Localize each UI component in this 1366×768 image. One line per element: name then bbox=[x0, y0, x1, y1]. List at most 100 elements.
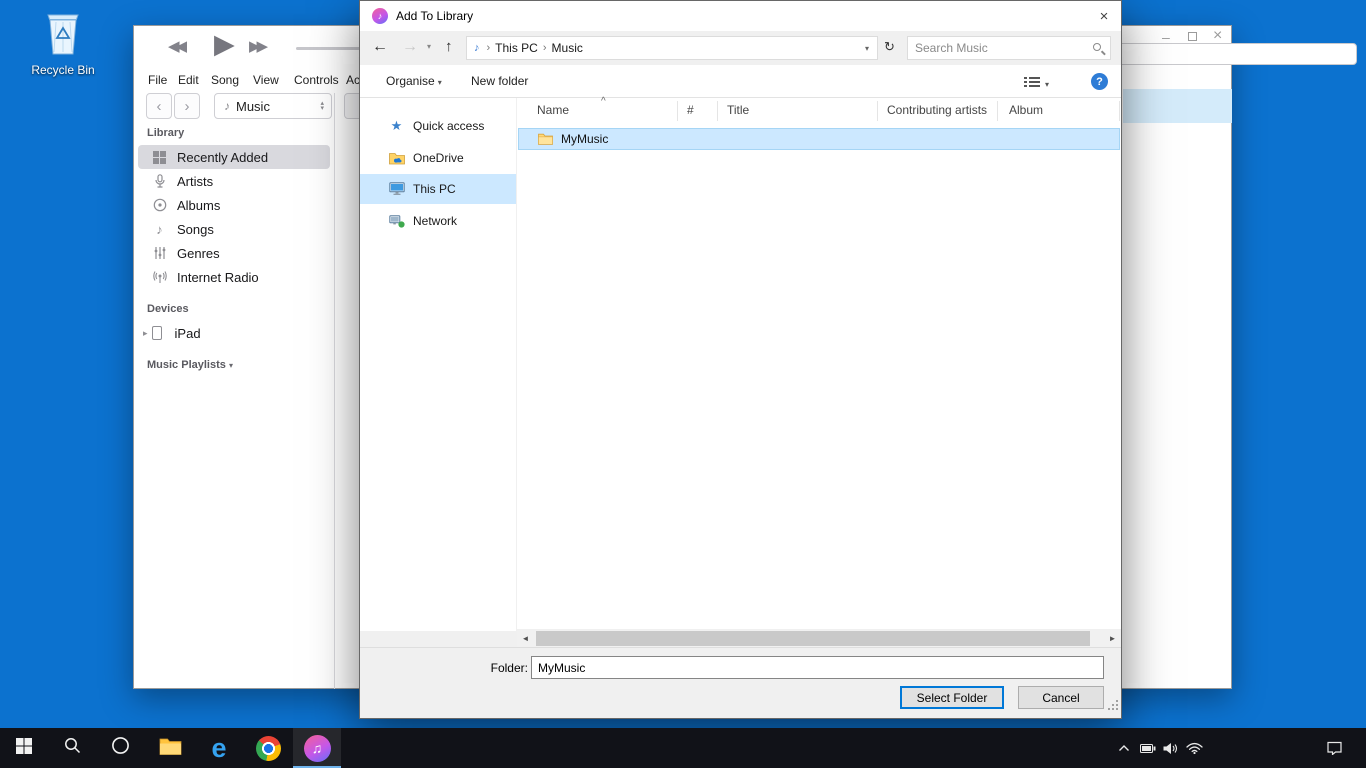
nav-quick-access[interactable]: ★ Quick access bbox=[360, 111, 516, 141]
itunes-search-field[interactable] bbox=[1092, 43, 1357, 65]
start-button[interactable] bbox=[0, 728, 48, 768]
column-contributing-artists[interactable]: Contributing artists bbox=[887, 103, 987, 117]
minimize-icon[interactable]: – bbox=[1162, 30, 1170, 44]
select-folder-button[interactable]: Select Folder bbox=[900, 686, 1004, 709]
file-name: MyMusic bbox=[561, 132, 608, 146]
chevron-down-icon: ▾ bbox=[438, 78, 442, 87]
dialog-close-button[interactable]: × bbox=[1087, 1, 1121, 31]
cortana-button[interactable] bbox=[96, 728, 144, 768]
column-name[interactable]: Name bbox=[537, 103, 569, 117]
sidebar-item-songs[interactable]: ♪ Songs bbox=[138, 217, 330, 241]
resize-grip[interactable] bbox=[1108, 698, 1119, 716]
column-album[interactable]: Album bbox=[1009, 103, 1043, 117]
nav-network[interactable]: Network bbox=[360, 206, 516, 236]
microphone-icon bbox=[151, 174, 168, 188]
maximize-icon[interactable] bbox=[1188, 32, 1197, 41]
search-icon bbox=[1093, 43, 1101, 51]
radio-broadcast-icon bbox=[151, 270, 168, 284]
stepper-arrows-icon: ▴▾ bbox=[320, 101, 324, 111]
column-title[interactable]: Title bbox=[727, 103, 749, 117]
address-dropdown-icon[interactable]: ▾ bbox=[865, 44, 869, 53]
recent-locations-dropdown-icon[interactable]: ▾ bbox=[427, 42, 431, 51]
taskbar-search-button[interactable] bbox=[48, 728, 96, 768]
scrollbar-thumb[interactable] bbox=[536, 631, 1090, 646]
breadcrumb-music[interactable]: Music bbox=[552, 41, 583, 55]
chrome-button[interactable] bbox=[244, 728, 292, 768]
scroll-left-button[interactable]: ◄ bbox=[517, 630, 534, 647]
album-icon bbox=[151, 198, 168, 212]
file-explorer-button[interactable] bbox=[146, 728, 194, 768]
command-bar: Organise▾ New folder ▾ ? bbox=[360, 65, 1121, 98]
new-folder-button[interactable]: New folder bbox=[471, 65, 528, 97]
refresh-button[interactable]: ↻ bbox=[884, 39, 895, 55]
nav-onedrive[interactable]: OneDrive bbox=[360, 143, 516, 173]
chevron-left-icon: ‹ bbox=[157, 98, 162, 115]
sidebar-divider bbox=[334, 93, 335, 689]
column-number[interactable]: # bbox=[687, 103, 694, 117]
tray-chevron-up-icon[interactable] bbox=[1112, 728, 1136, 768]
battery-icon[interactable] bbox=[1136, 728, 1160, 768]
dialog-up-button[interactable]: ↑ bbox=[445, 38, 453, 55]
volume-slider[interactable] bbox=[296, 47, 360, 50]
sidebar-item-ipad[interactable]: ▸ iPad bbox=[138, 321, 330, 345]
cancel-button[interactable]: Cancel bbox=[1018, 686, 1104, 709]
windows-logo-icon bbox=[16, 738, 32, 759]
playlists-section-header[interactable]: Music Playlists ▾ bbox=[147, 359, 233, 371]
content-header-strip bbox=[1123, 89, 1232, 123]
sidebar-item-genres[interactable]: Genres bbox=[138, 241, 330, 265]
expand-arrow-icon[interactable]: ▸ bbox=[143, 328, 148, 339]
play-button[interactable]: ▶ bbox=[214, 29, 235, 60]
media-kind-label: Music bbox=[236, 99, 270, 114]
volume-icon[interactable] bbox=[1158, 728, 1182, 768]
help-button[interactable]: ? bbox=[1091, 73, 1108, 90]
sidebar-item-recently-added[interactable]: Recently Added bbox=[138, 145, 330, 169]
search-input[interactable] bbox=[915, 38, 1083, 58]
itunes-app-icon: ♪ bbox=[372, 8, 388, 24]
devices-section-header: Devices bbox=[147, 303, 189, 315]
folder-label: Folder: bbox=[476, 661, 528, 675]
recycle-bin-label: Recycle Bin bbox=[30, 63, 96, 77]
breadcrumb-this-pc[interactable]: This PC bbox=[495, 41, 538, 55]
rewind-button[interactable]: ◀◀ bbox=[168, 37, 183, 55]
view-options-button[interactable]: ▾ bbox=[1024, 75, 1049, 93]
menu-view[interactable]: View bbox=[253, 73, 279, 87]
search-icon bbox=[64, 737, 81, 759]
file-explorer-icon bbox=[159, 737, 182, 760]
close-icon: × bbox=[1100, 8, 1109, 25]
dialog-footer: Folder: Select Folder Cancel bbox=[360, 647, 1121, 718]
dialog-back-button[interactable]: ← bbox=[372, 38, 388, 56]
menu-file[interactable]: File bbox=[148, 73, 167, 87]
edge-browser-button[interactable]: e bbox=[195, 728, 243, 768]
address-bar[interactable]: ♪ › This PC › Music ▾ bbox=[466, 36, 878, 60]
music-note-icon: ♪ bbox=[151, 222, 168, 237]
menu-song[interactable]: Song bbox=[211, 73, 239, 87]
chrome-icon bbox=[256, 736, 281, 761]
network-wifi-icon[interactable] bbox=[1182, 728, 1206, 768]
sidebar-item-artists[interactable]: Artists bbox=[138, 169, 330, 193]
itunes-back-button[interactable]: ‹ bbox=[146, 93, 172, 119]
file-row-mymusic[interactable]: MyMusic bbox=[518, 128, 1120, 150]
chevron-down-icon: ▾ bbox=[229, 361, 233, 370]
horizontal-scrollbar[interactable]: ◄ ► bbox=[517, 630, 1121, 647]
dialog-titlebar[interactable]: ♪ Add To Library × bbox=[360, 1, 1121, 31]
organise-menu-button[interactable]: Organise▾ bbox=[386, 65, 442, 99]
media-kind-selector[interactable]: ♪ Music ▴▾ bbox=[214, 93, 332, 119]
list-view-icon bbox=[1024, 75, 1040, 93]
fast-forward-button[interactable]: ▶▶ bbox=[249, 37, 264, 55]
sidebar-item-albums[interactable]: Albums bbox=[138, 193, 330, 217]
chevron-down-icon: ▾ bbox=[1045, 80, 1049, 89]
dialog-forward-button[interactable]: → bbox=[402, 38, 418, 56]
itunes-taskbar-button[interactable]: ♫ bbox=[293, 728, 341, 768]
music-note-icon: ♪ bbox=[474, 42, 480, 54]
nav-this-pc[interactable]: This PC bbox=[360, 174, 516, 204]
action-center-icon[interactable] bbox=[1322, 728, 1346, 768]
recycle-bin-icon[interactable]: Recycle Bin bbox=[30, 8, 96, 77]
close-icon[interactable]: × bbox=[1213, 29, 1222, 43]
itunes-forward-button[interactable]: › bbox=[174, 93, 200, 119]
folder-input[interactable] bbox=[531, 656, 1104, 679]
scroll-right-button[interactable]: ► bbox=[1104, 630, 1121, 647]
sidebar-item-internet-radio[interactable]: Internet Radio bbox=[138, 265, 330, 289]
menu-controls[interactable]: Controls bbox=[294, 73, 339, 87]
menu-edit[interactable]: Edit bbox=[178, 73, 199, 87]
dialog-title: Add To Library bbox=[396, 1, 473, 31]
